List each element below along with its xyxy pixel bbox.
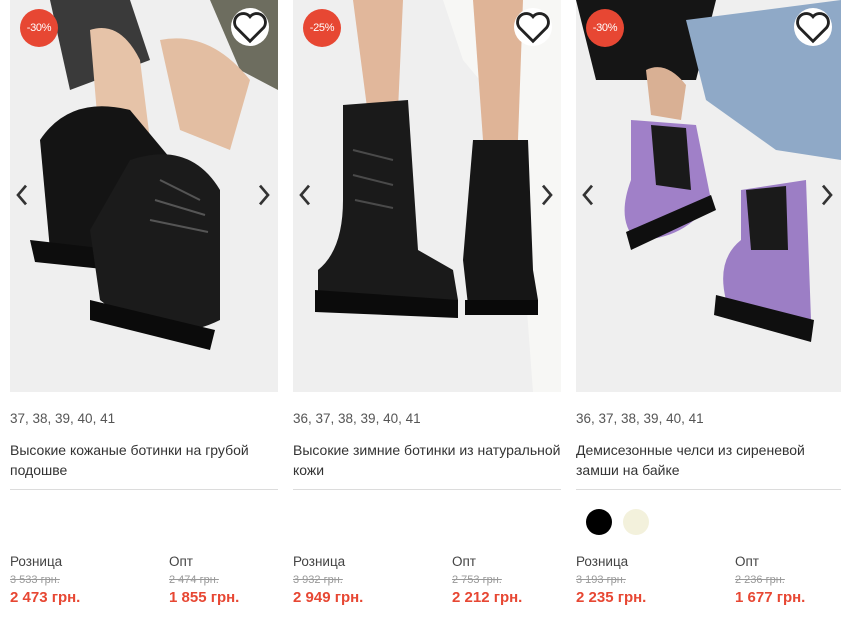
- wholesale-label: Опт: [169, 554, 193, 569]
- next-image-button[interactable]: [254, 183, 274, 207]
- heart-outline-icon: [796, 12, 830, 44]
- prev-image-button[interactable]: [578, 183, 598, 207]
- retail-old-price: 3 533 грн.: [10, 574, 60, 586]
- chevron-right-icon: [258, 184, 270, 206]
- wholesale-price: 2 212 грн.: [452, 589, 523, 606]
- retail-label: Розница: [10, 554, 63, 569]
- product-card[interactable]: -30% 37, 38, 39, 40, 41 Высокие кожаные …: [10, 0, 278, 627]
- color-swatch-black[interactable]: [586, 509, 612, 535]
- color-swatch-cream[interactable]: [623, 509, 649, 535]
- favorite-button[interactable]: [794, 8, 832, 46]
- wholesale-label: Опт: [452, 554, 476, 569]
- divider: [576, 489, 841, 490]
- next-image-button[interactable]: [537, 183, 557, 207]
- product-card[interactable]: -30% 36, 37, 38, 39, 40, 41 Демисезонные…: [576, 0, 841, 627]
- product-card[interactable]: -25% 36, 37, 38, 39, 40, 41 Высокие зимн…: [293, 0, 561, 627]
- wholesale-price: 1 677 грн.: [735, 589, 806, 606]
- retail-price: 2 235 грн.: [576, 589, 647, 606]
- retail-old-price: 3 932 грн.: [293, 574, 343, 586]
- product-photo: [10, 0, 278, 392]
- product-photo: [293, 0, 561, 392]
- wholesale-label: Опт: [735, 554, 759, 569]
- retail-price: 2 949 грн.: [293, 589, 364, 606]
- chevron-left-icon: [299, 184, 311, 206]
- next-image-button[interactable]: [817, 183, 837, 207]
- retail-price: 2 473 грн.: [10, 589, 81, 606]
- divider: [293, 489, 561, 490]
- product-title[interactable]: Демисезонные челси из сиреневой замши на…: [576, 440, 841, 480]
- chevron-right-icon: [821, 184, 833, 206]
- product-title[interactable]: Высокие кожаные ботинки на грубой подошв…: [10, 440, 280, 480]
- available-sizes: 36, 37, 38, 39, 40, 41: [576, 411, 704, 426]
- chevron-right-icon: [541, 184, 553, 206]
- prev-image-button[interactable]: [295, 183, 315, 207]
- prev-image-button[interactable]: [12, 183, 32, 207]
- product-image[interactable]: -30%: [576, 0, 841, 392]
- discount-badge: -30%: [586, 9, 624, 47]
- divider: [10, 489, 278, 490]
- product-image[interactable]: -25%: [293, 0, 561, 392]
- wholesale-old-price: 2 474 грн.: [169, 574, 219, 586]
- retail-old-price: 3 193 грн.: [576, 574, 626, 586]
- retail-label: Розница: [293, 554, 346, 569]
- product-image[interactable]: -30%: [10, 0, 278, 392]
- product-title[interactable]: Высокие зимние ботинки из натуральной ко…: [293, 440, 563, 480]
- color-swatches: [586, 509, 649, 535]
- heart-outline-icon: [233, 12, 267, 44]
- chevron-left-icon: [16, 184, 28, 206]
- discount-badge: -25%: [303, 9, 341, 47]
- wholesale-price: 1 855 грн.: [169, 589, 240, 606]
- favorite-button[interactable]: [231, 8, 269, 46]
- available-sizes: 37, 38, 39, 40, 41: [10, 411, 116, 426]
- product-photo: [576, 0, 841, 392]
- available-sizes: 36, 37, 38, 39, 40, 41: [293, 411, 421, 426]
- chevron-left-icon: [582, 184, 594, 206]
- retail-label: Розница: [576, 554, 629, 569]
- heart-outline-icon: [516, 12, 550, 44]
- wholesale-old-price: 2 236 грн.: [735, 574, 785, 586]
- wholesale-old-price: 2 753 грн.: [452, 574, 502, 586]
- favorite-button[interactable]: [514, 8, 552, 46]
- discount-badge: -30%: [20, 9, 58, 47]
